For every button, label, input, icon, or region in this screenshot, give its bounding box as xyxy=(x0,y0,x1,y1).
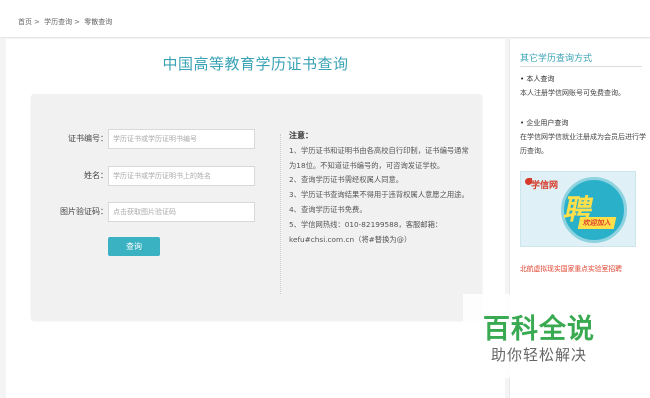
note-item: 2、查询学历证书需经权属人同意。 xyxy=(289,175,404,185)
breadcrumb-separator: > xyxy=(34,18,40,26)
cert-number-input[interactable] xyxy=(108,129,255,149)
captcha-label: 图片验证码： xyxy=(60,207,108,216)
recruitment-banner[interactable]: 学信网 聘 欢迎加入 xyxy=(520,171,636,247)
page-title: 中国高等教育学历证书查询 xyxy=(162,55,349,73)
breadcrumb-separator: > xyxy=(74,18,80,26)
notes-title: 注意： xyxy=(289,131,313,140)
note-item: 1、学历证书和证明书由各高校自行印制，证书编号通常为18位。不知道证书编号的，可… xyxy=(289,145,469,170)
main-content: 中国高等教育学历证书查询 证书编号： 姓名： 图片验证码： 查询 注意： 1、学… xyxy=(6,39,505,398)
name-label: 姓名： xyxy=(84,171,108,180)
breadcrumb-current: 零散查询 xyxy=(84,18,113,26)
sidebar-red-link[interactable]: 北航虚拟现实国家重点实验室招聘 xyxy=(520,263,622,273)
breadcrumb-degree-query-link[interactable]: 学历查询 xyxy=(44,18,72,26)
query-button[interactable]: 查询 xyxy=(108,237,160,256)
note-item: 4、查询学历证书免费。 xyxy=(289,204,367,214)
sidebar-enterprise-query: • 企业用户查询 在学信网学信就业注册成为会员后进行学历查询。 xyxy=(520,116,646,158)
banner-logo-text: 学信网 xyxy=(531,181,559,191)
note-item: 3、学历证书查询结果不得用于违背权属人意愿之用途。 xyxy=(289,190,469,200)
sidebar-enterprise-text: 在学信网学信就业注册成为会员后进行学历查询。 xyxy=(520,133,646,155)
cert-number-label: 证书编号： xyxy=(68,134,108,143)
sidebar-enterprise-heading: • 企业用户查询 xyxy=(520,119,569,127)
note-item: 5、学信网热线：010-82199588，客服邮箱：kefu#chsi.com.… xyxy=(289,219,443,244)
notes-block: 注意： 1、学历证书和证明书由各高校自行印制，证书编号通常为18位。不知道证书编… xyxy=(289,129,469,247)
breadcrumb: 首页 > 学历查询 > 零散查询 xyxy=(18,17,114,27)
notes-divider xyxy=(280,134,281,294)
breadcrumb-bar: 首页 > 学历查询 > 零散查询 xyxy=(0,0,650,38)
watermark-subtitle: 助你轻松解决 xyxy=(491,346,588,364)
sidebar-title: 其它学历查询方式 xyxy=(520,54,593,64)
sidebar-personal-query: • 本人查询 本人注册学信网账号可免费查询。 xyxy=(520,72,646,100)
name-row: 姓名： xyxy=(31,166,291,186)
banner-join-text: 欢迎加入 xyxy=(577,217,617,229)
captcha-row: 图片验证码： xyxy=(31,202,291,222)
captcha-input[interactable] xyxy=(108,202,255,222)
name-input[interactable] xyxy=(108,166,255,186)
watermark-title: 百科全说 xyxy=(483,314,595,345)
cert-number-row: 证书编号： xyxy=(31,129,291,149)
breadcrumb-home-link[interactable]: 首页 xyxy=(18,18,32,26)
sidebar-divider xyxy=(520,66,642,67)
sidebar-personal-text: 本人注册学信网账号可免费查询。 xyxy=(520,89,625,97)
sidebar-personal-heading: • 本人查询 xyxy=(520,75,555,83)
query-form-panel: 证书编号： 姓名： 图片验证码： 查询 注意： 1、学历证书和证明书由各高校自行… xyxy=(31,94,482,320)
